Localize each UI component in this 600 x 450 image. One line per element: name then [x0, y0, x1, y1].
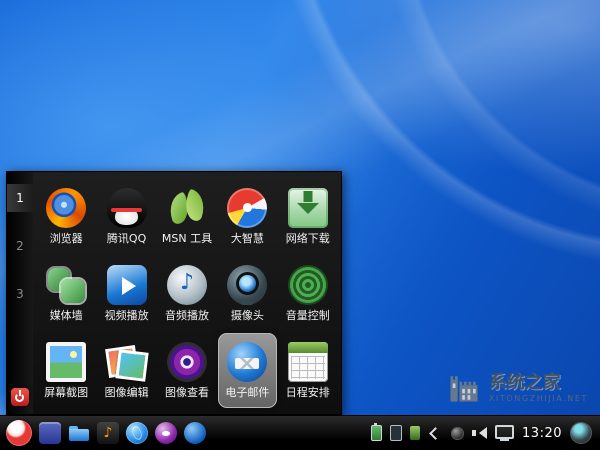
power-button[interactable] [11, 388, 29, 406]
watermark-subtitle: XITONGZHIJIA.NET [488, 394, 588, 404]
menu-item-label: 媒体墙 [49, 308, 83, 322]
castle-logo-icon [450, 376, 478, 402]
folder-icon[interactable] [68, 422, 90, 444]
menu-item-qq[interactable]: 腾讯QQ [97, 178, 155, 253]
menu-item-label: 图像查看 [164, 386, 209, 400]
screenshot-icon [46, 342, 87, 383]
menu-item-label: 大智慧 [230, 231, 264, 245]
menu-item-msn[interactable]: MSN 工具 [158, 178, 216, 253]
menu-item-email[interactable]: 电子邮件 [218, 332, 277, 408]
app-launcher-menu: 1 2 3 浏览器 腾讯QQ MSN 工具 大智慧 网络下载 媒体墙 视频播放 … [6, 171, 342, 415]
menu-item-label: 电子邮件 [225, 386, 270, 400]
messenger-icon[interactable] [184, 422, 206, 444]
webcam-icon [227, 264, 268, 305]
image-editor-icon [107, 342, 147, 382]
speaker-icon[interactable] [472, 426, 488, 440]
menu-item-label: 屏幕截图 [44, 386, 89, 400]
audio-player-icon [166, 264, 207, 305]
battery-icon[interactable] [371, 423, 383, 441]
menu-item-label: 摄像头 [230, 308, 264, 322]
menu-item-schedule[interactable]: 日程安排 [279, 333, 337, 408]
chat-icon[interactable] [155, 422, 177, 444]
menu-page-3[interactable]: 3 [7, 280, 33, 308]
menu-item-image-viewer[interactable]: 图像查看 [158, 333, 216, 408]
menu-item-label: MSN 工具 [161, 231, 213, 245]
menu-item-mediawall[interactable]: 媒体墙 [37, 255, 95, 330]
firefox-icon [46, 187, 87, 228]
device-icon[interactable] [390, 425, 403, 441]
system-tray: 13:20 [371, 422, 594, 444]
display-icon[interactable] [495, 424, 515, 441]
taskbar-apps [39, 422, 206, 444]
music-player-icon[interactable] [97, 422, 119, 444]
thunderbird-icon [227, 342, 268, 383]
menu-item-label: 浏览器 [49, 231, 83, 245]
menu-item-webcam[interactable]: 摄像头 [218, 255, 276, 330]
mediawall-icon [46, 265, 86, 305]
menu-item-label: 图像编辑 [104, 386, 149, 400]
volume-icon [287, 264, 328, 305]
menu-item-audio-player[interactable]: 音频播放 [158, 255, 216, 330]
menu-item-browser[interactable]: 浏览器 [37, 178, 95, 253]
taskbar: 13:20 [0, 415, 600, 450]
menu-item-label: 日程安排 [285, 386, 330, 400]
menu-app-grid: 浏览器 腾讯QQ MSN 工具 大智慧 网络下载 媒体墙 视频播放 ♪ 音频播放… [33, 172, 341, 414]
menu-item-download[interactable]: 网络下载 [279, 178, 337, 253]
menu-item-label: 音频播放 [164, 308, 209, 322]
menu-item-image-editor[interactable]: 图像编辑 [97, 333, 155, 408]
image-viewer-icon [166, 342, 207, 383]
menu-item-label: 视频播放 [104, 308, 149, 322]
download-icon [287, 187, 328, 228]
show-desktop-button[interactable] [570, 422, 592, 444]
menu-page-1[interactable]: 1 [7, 184, 33, 212]
dazhihui-icon [227, 187, 268, 228]
menu-page-sidebar: 1 2 3 [7, 172, 33, 414]
tray-collapse-icon[interactable] [429, 426, 442, 440]
watermark-text: 系统之家 XITONGZHIJIA.NET [488, 371, 588, 404]
menu-item-volume-control[interactable]: 音量控制 [279, 255, 337, 330]
video-player-icon [106, 264, 147, 305]
record-icon[interactable] [451, 426, 465, 440]
file-manager-icon[interactable] [39, 422, 61, 444]
menu-item-dazhihui[interactable]: 大智慧 [218, 178, 276, 253]
menu-page-2[interactable]: 2 [7, 232, 33, 260]
menu-item-label: 网络下载 [285, 231, 330, 245]
power-adapter-icon[interactable] [410, 426, 421, 440]
menu-item-label: 音量控制 [285, 308, 330, 322]
menu-item-screenshot[interactable]: 屏幕截图 [37, 333, 95, 408]
screen: 系统之家 XITONGZHIJIA.NET 1 2 3 浏览器 腾讯QQ MSN… [0, 0, 600, 450]
start-button[interactable] [6, 420, 32, 446]
watermark-title: 系统之家 [488, 371, 561, 393]
watermark: 系统之家 XITONGZHIJIA.NET [446, 370, 588, 406]
browser-icon[interactable] [126, 422, 148, 444]
menu-item-label: 腾讯QQ [106, 231, 147, 245]
clock[interactable]: 13:20 [522, 426, 562, 441]
msn-icon [167, 188, 207, 228]
calendar-icon [287, 342, 328, 383]
menu-item-video-player[interactable]: 视频播放 [97, 255, 155, 330]
qq-icon [106, 187, 147, 228]
